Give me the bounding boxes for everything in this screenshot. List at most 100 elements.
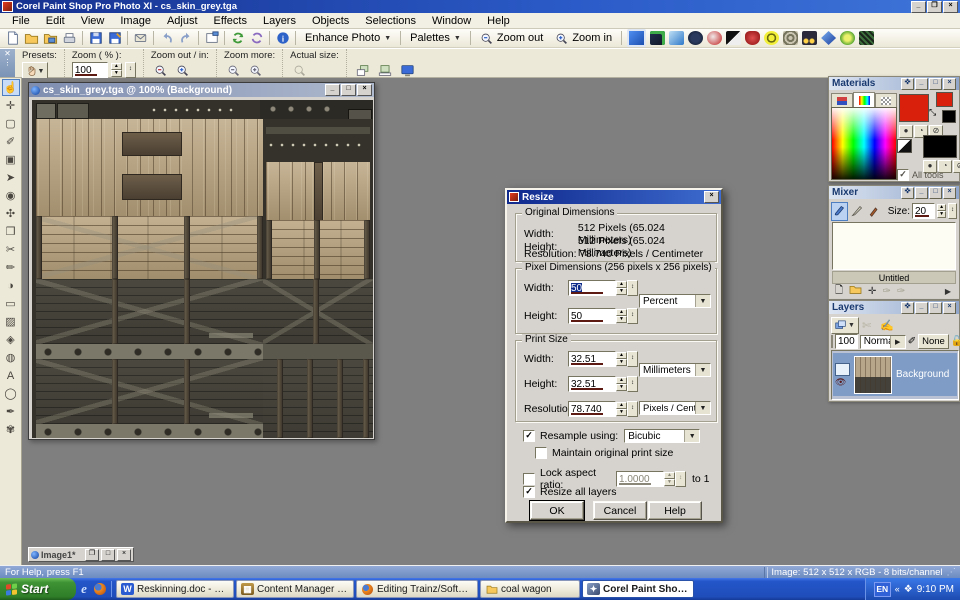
mixer-size-slider[interactable]: ↕ <box>948 203 957 219</box>
image-maximize-button[interactable]: □ <box>341 84 356 96</box>
zoom-out-tool-icon[interactable] <box>151 62 170 79</box>
tool-warp-brush[interactable]: ✾ <box>2 421 20 438</box>
resample-combo[interactable]: Bicubic▼ <box>624 429 700 443</box>
internet-explorer-icon[interactable]: e <box>76 581 92 597</box>
menu-help[interactable]: Help <box>479 14 518 28</box>
tool-move[interactable]: ✛ <box>2 97 20 114</box>
mixer-size-field[interactable]: 20 <box>912 203 935 219</box>
menu-edit[interactable]: Edit <box>38 14 73 28</box>
redo-icon[interactable] <box>176 30 195 47</box>
resolution-unit-combo[interactable]: Pixels / Centimeter▼ <box>639 401 711 415</box>
dialog-close-button[interactable]: × <box>704 191 719 203</box>
diamond-blue-icon[interactable] <box>821 31 836 45</box>
swirl-red-icon[interactable] <box>707 31 722 45</box>
task-reskinning-doc[interactable]: W Reskinning.doc - Microso... <box>116 580 234 598</box>
blend-mode-combo[interactable]: Normal▶ <box>860 335 906 349</box>
task-coal-wagon[interactable]: coal wagon <box>480 580 580 598</box>
print-height-spinner[interactable]: ▲▼ <box>616 377 627 391</box>
resize-dialog-titlebar[interactable]: Resize × <box>507 190 721 204</box>
maximize-icon[interactable]: □ <box>929 187 942 199</box>
capture-icon[interactable] <box>202 30 221 47</box>
zoom-spinner[interactable]: ▲▼ <box>111 63 122 77</box>
clock[interactable]: 9:10 PM <box>917 584 954 595</box>
ok-button[interactable]: OK <box>530 501 584 520</box>
opacity-field[interactable]: 100 <box>835 334 858 349</box>
menu-selections[interactable]: Selections <box>357 14 424 28</box>
tab-swatches[interactable] <box>875 93 897 108</box>
resample-checkbox[interactable]: ✓ <box>523 430 535 442</box>
tool-dropper[interactable]: ✐ <box>2 133 20 150</box>
pixel-height-spinner[interactable]: ▲▼ <box>616 309 627 323</box>
image-close-button[interactable]: × <box>357 84 372 96</box>
save-icon[interactable] <box>86 30 105 47</box>
delete-layer-icon[interactable]: ✄ <box>862 319 871 332</box>
close-icon[interactable]: × <box>943 302 956 314</box>
tool-flood-fill[interactable]: ◈ <box>2 331 20 348</box>
pixel-height-slider[interactable]: ↕ <box>627 308 638 324</box>
pixel-width-spinner[interactable]: ▲▼ <box>616 281 627 295</box>
resize-dialog[interactable]: Resize × Original Dimensions Width:512 P… <box>505 188 723 523</box>
menu-adjust[interactable]: Adjust <box>159 14 206 28</box>
aspect-ratio-spinner[interactable]: ▲▼ <box>664 472 675 486</box>
print-width-slider[interactable]: ↕ <box>627 351 638 367</box>
enhance-photo-button[interactable]: Enhance Photo▼ <box>299 30 397 47</box>
minimize-icon[interactable]: _ <box>915 302 928 314</box>
menu-objects[interactable]: Objects <box>304 14 357 28</box>
chevron-left-icon[interactable]: « <box>895 584 900 594</box>
tool-clone[interactable]: ❒ <box>2 223 20 240</box>
pixel-width-slider[interactable]: ↕ <box>627 280 638 296</box>
restore-button[interactable]: ❐ <box>927 1 942 13</box>
tool-color-changer[interactable]: ◑ <box>2 277 20 294</box>
maximize-icon[interactable]: □ <box>929 78 942 90</box>
update-icon[interactable] <box>247 30 266 47</box>
zoom-in-button[interactable]: Zoom in <box>549 30 618 47</box>
tool-eraser[interactable]: ▭ <box>2 295 20 312</box>
mixer-page-name[interactable]: Untitled <box>832 271 956 284</box>
bw-swap-icon[interactable] <box>897 139 912 153</box>
scan-icon[interactable] <box>60 30 79 47</box>
print-resolution-slider[interactable]: ↕ <box>627 401 638 417</box>
close-icon[interactable]: ✕ <box>4 49 11 58</box>
pattern-dark-icon[interactable] <box>859 31 874 45</box>
tool-makeover[interactable]: ✣ <box>2 205 20 222</box>
tool-crop[interactable]: ▣ <box>2 151 20 168</box>
link-set-button[interactable]: None <box>918 334 949 349</box>
layers-titlebar[interactable]: Layers ✜ _ □ × <box>829 301 959 314</box>
palettes-button[interactable]: Palettes▼ <box>404 30 467 47</box>
sun-green-icon[interactable] <box>840 31 855 45</box>
tool-preset-shape[interactable]: ◯ <box>2 385 20 402</box>
all-tools-checkbox[interactable]: ✓ <box>897 169 909 181</box>
minimize-icon[interactable]: _ <box>915 78 928 90</box>
coins-icon[interactable] <box>783 31 798 45</box>
resize-all-layers-checkbox[interactable]: ✓ <box>523 486 535 498</box>
record-icon[interactable] <box>688 31 703 45</box>
mixer-size-spinner[interactable]: ▲▼ <box>937 204 946 218</box>
print-resolution-field[interactable]: 78.740 <box>568 401 616 417</box>
pixel-width-field[interactable]: 50 <box>568 280 616 296</box>
mixer-titlebar[interactable]: Mixer ✜ _ □ × <box>829 186 959 199</box>
image-minimize-button[interactable]: _ <box>325 84 340 96</box>
lock-icon[interactable]: 🔓 <box>951 336 960 347</box>
script-blue-icon[interactable] <box>627 29 646 47</box>
pin-icon[interactable]: ✜ <box>901 302 914 314</box>
menu-effects[interactable]: Effects <box>206 14 255 28</box>
print-height-field[interactable]: 32.51 <box>568 376 616 392</box>
menu-view[interactable]: View <box>73 14 113 28</box>
lock-aspect-ratio-checkbox[interactable] <box>523 473 535 485</box>
layer-row-background[interactable]: 👁 Background <box>833 353 957 396</box>
language-indicator[interactable]: EN <box>874 582 891 597</box>
tool-options-grip[interactable]: ✕⋮ <box>0 49 15 77</box>
tool-red-eye[interactable]: ◉ <box>2 187 20 204</box>
pixel-height-field[interactable]: 50 <box>568 308 616 324</box>
chevron-down-icon[interactable]: ▼ <box>695 364 710 376</box>
tool-selection[interactable]: ▢ <box>2 115 20 132</box>
new-icon[interactable] <box>3 30 22 47</box>
tool-pen[interactable]: ✒ <box>2 403 20 420</box>
close-icon[interactable]: × <box>943 78 956 90</box>
materials-titlebar[interactable]: Materials ✜ _ □ × <box>829 77 959 90</box>
resize-grip-icon[interactable]: ⋰ <box>947 567 957 578</box>
pixel-unit-combo[interactable]: Percent▼ <box>639 294 711 308</box>
lips-red-icon[interactable] <box>745 31 760 45</box>
actual-size-icon[interactable] <box>290 62 309 79</box>
help-button[interactable]: Help <box>648 501 702 520</box>
